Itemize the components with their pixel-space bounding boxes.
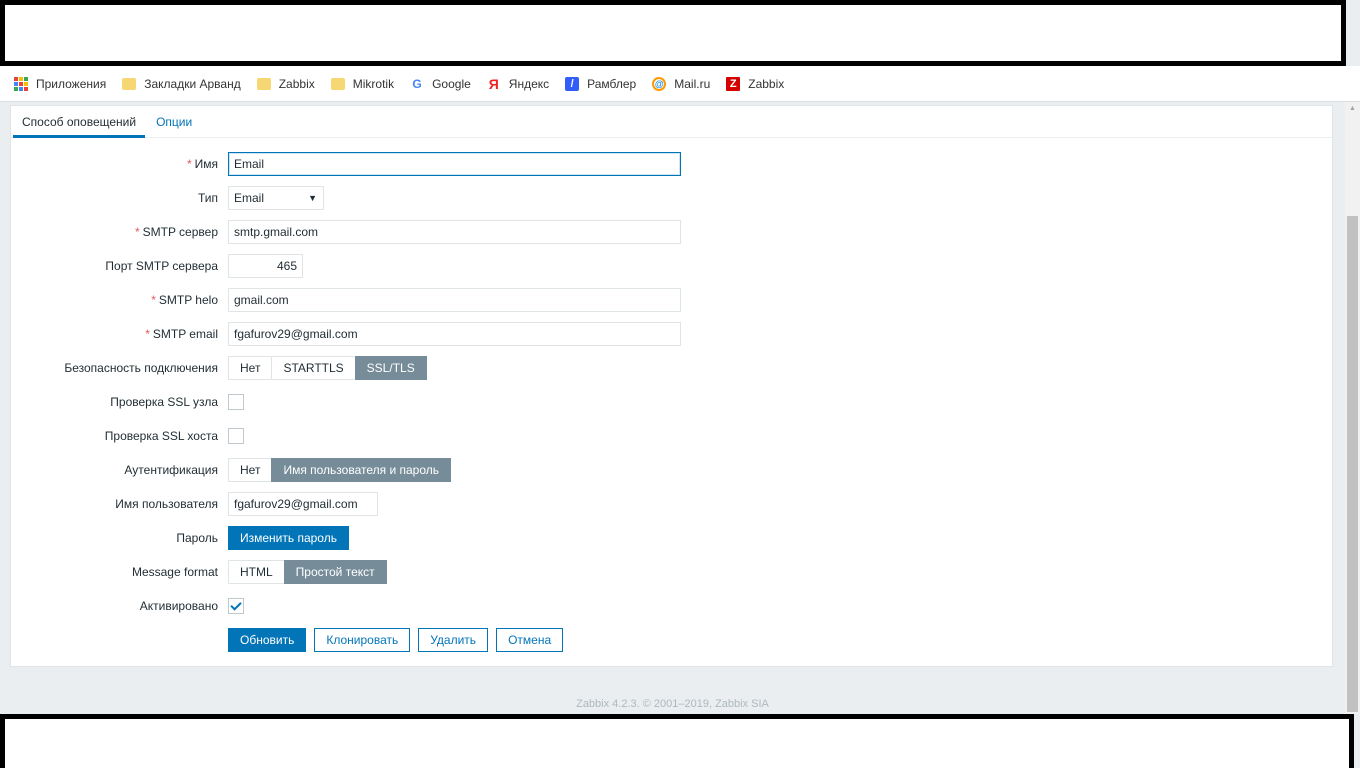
message-format-label: Message format bbox=[131, 565, 218, 579]
row-password: Пароль Изменить пароль bbox=[11, 526, 1332, 550]
folder-icon bbox=[256, 77, 271, 90]
row-ssl-peer: Проверка SSL узла bbox=[11, 390, 1332, 414]
apps-icon bbox=[14, 76, 28, 91]
tab-media-type[interactable]: Способ оповещений bbox=[13, 106, 146, 138]
username-label: Имя пользователя bbox=[115, 497, 218, 511]
vertical-scrollbar[interactable]: ▲ bbox=[1345, 102, 1360, 714]
folder-icon bbox=[122, 77, 137, 90]
smtp-helo-label: * SMTP helo bbox=[151, 293, 218, 307]
bookmarks-bar: Приложения Закладки Арванд Zabbix Mikrot… bbox=[0, 66, 1360, 102]
scroll-up-icon[interactable]: ▲ bbox=[1345, 102, 1360, 116]
bookmark-folder-zabbix[interactable]: Zabbix bbox=[256, 76, 315, 91]
clone-button[interactable]: Клонировать bbox=[314, 628, 411, 652]
tab-bar: Способ оповещений Опции bbox=[11, 106, 1332, 138]
bookmark-zabbix[interactable]: Z Zabbix bbox=[726, 76, 785, 91]
row-security: Безопасность подключения Нет STARTTLS SS… bbox=[11, 356, 1332, 380]
auth-label: Аутентификация bbox=[124, 463, 218, 477]
bookmark-label: Zabbix bbox=[748, 76, 785, 91]
row-name: * Имя Email bbox=[11, 152, 1332, 176]
google-icon: G bbox=[412, 76, 422, 91]
bookmark-mailru[interactable]: @ Mail.ru bbox=[652, 76, 711, 91]
row-message-format: Message format HTML Простой текст bbox=[11, 560, 1332, 584]
security-label: Безопасность подключения bbox=[64, 361, 218, 375]
redacted-region-bottom bbox=[0, 714, 1354, 768]
smtp-email-label: * SMTP email bbox=[145, 327, 218, 341]
type-select-value: Email bbox=[234, 191, 265, 205]
smtp-email-input[interactable]: fgafurov29@gmail.com bbox=[228, 322, 681, 346]
password-label: Пароль bbox=[176, 531, 218, 545]
row-smtp-email: * SMTP email fgafurov29@gmail.com bbox=[11, 322, 1332, 346]
mailru-icon: @ bbox=[652, 76, 667, 91]
row-type: Тип Email ▼ bbox=[11, 186, 1332, 210]
cancel-button[interactable]: Отмена bbox=[496, 628, 564, 652]
ssl-peer-label: Проверка SSL узла bbox=[110, 395, 218, 409]
chevron-down-icon: ▼ bbox=[308, 193, 317, 203]
required-star: * bbox=[186, 157, 192, 171]
ssl-host-checkbox[interactable] bbox=[228, 428, 244, 444]
smtp-port-input[interactable]: 465 bbox=[228, 254, 303, 278]
bookmark-label: Яндекс bbox=[508, 76, 550, 91]
row-ssl-host: Проверка SSL хоста bbox=[11, 424, 1332, 448]
security-option-starttls[interactable]: STARTTLS bbox=[271, 356, 356, 380]
bookmark-apps[interactable]: Приложения bbox=[14, 76, 107, 91]
type-label: Тип bbox=[197, 191, 218, 205]
smtp-server-input[interactable]: smtp.gmail.com bbox=[228, 220, 681, 244]
row-smtp-port: Порт SMTP сервера 465 bbox=[11, 254, 1332, 278]
row-smtp-server: * SMTP сервер smtp.gmail.com bbox=[11, 220, 1332, 244]
ssl-host-label: Проверка SSL хоста bbox=[104, 429, 218, 443]
smtp-port-label: Порт SMTP сервера bbox=[105, 259, 218, 273]
bookmark-google[interactable]: G Google bbox=[410, 76, 471, 91]
page-footer: Zabbix 4.2.3. © 2001–2019, Zabbix SIA bbox=[576, 698, 769, 710]
enabled-checkbox[interactable] bbox=[228, 598, 244, 614]
message-format-option-html[interactable]: HTML bbox=[228, 560, 285, 584]
smtp-helo-input[interactable]: gmail.com bbox=[228, 288, 681, 312]
smtp-server-label: * SMTP сервер bbox=[134, 225, 218, 239]
scrollbar-thumb[interactable] bbox=[1347, 216, 1358, 712]
required-star: * bbox=[134, 225, 140, 239]
message-format-option-plain-text[interactable]: Простой текст bbox=[283, 560, 387, 584]
security-option-ssl-tls[interactable]: SSL/TLS bbox=[354, 356, 427, 380]
username-input[interactable]: fgafurov29@gmail.com bbox=[228, 492, 378, 516]
name-label: * Имя bbox=[186, 157, 218, 171]
required-star: * bbox=[151, 293, 156, 307]
bookmark-folder-arvand[interactable]: Закладки Арванд bbox=[122, 77, 241, 91]
zabbix-icon: Z bbox=[726, 76, 741, 91]
ssl-peer-checkbox[interactable] bbox=[228, 394, 244, 410]
row-username: Имя пользователя fgafurov29@gmail.com bbox=[11, 492, 1332, 516]
row-auth: Аутентификация Нет Имя пользователя и па… bbox=[11, 458, 1332, 482]
change-password-button[interactable]: Изменить пароль bbox=[228, 526, 349, 550]
row-actions: Обновить Клонировать Удалить Отмена bbox=[11, 628, 1332, 652]
bookmark-rambler[interactable]: / Рамблер bbox=[565, 76, 637, 91]
folder-icon bbox=[330, 77, 345, 90]
bookmark-yandex[interactable]: Я Яндекс bbox=[487, 75, 550, 92]
bookmark-label: Закладки Арванд bbox=[144, 76, 241, 91]
row-enabled: Активировано bbox=[11, 594, 1332, 618]
rambler-icon: / bbox=[565, 76, 580, 91]
bookmark-label: Google bbox=[432, 76, 471, 91]
yandex-icon: Я bbox=[488, 75, 499, 92]
bookmark-label: Mikrotik bbox=[352, 76, 395, 91]
bookmark-label: Приложения bbox=[36, 76, 107, 91]
security-segmented-control: Нет STARTTLS SSL/TLS bbox=[228, 356, 427, 380]
bookmark-folder-mikrotik[interactable]: Mikrotik bbox=[330, 76, 395, 91]
row-smtp-helo: * SMTP helo gmail.com bbox=[11, 288, 1332, 312]
auth-option-username-password[interactable]: Имя пользователя и пароль bbox=[271, 458, 452, 482]
bookmark-label: Zabbix bbox=[278, 76, 315, 91]
type-select[interactable]: Email ▼ bbox=[228, 186, 324, 210]
enabled-label: Активировано bbox=[139, 599, 218, 613]
bookmark-label: Рамблер bbox=[587, 76, 637, 91]
required-star: * bbox=[145, 327, 150, 341]
media-type-panel: Способ оповещений Опции * Имя Email Тип E… bbox=[10, 105, 1333, 667]
name-input[interactable]: Email bbox=[228, 152, 681, 176]
redacted-region-top bbox=[0, 0, 1346, 66]
update-button[interactable]: Обновить bbox=[228, 628, 307, 652]
auth-segmented-control: Нет Имя пользователя и пароль bbox=[228, 458, 452, 482]
security-option-none[interactable]: Нет bbox=[228, 356, 273, 380]
form-actions: Обновить Клонировать Удалить Отмена bbox=[228, 628, 564, 652]
auth-option-none[interactable]: Нет bbox=[228, 458, 273, 482]
tab-options[interactable]: Опции bbox=[147, 106, 201, 138]
delete-button[interactable]: Удалить bbox=[418, 628, 489, 652]
bookmark-label: Mail.ru bbox=[674, 76, 711, 91]
message-format-segmented-control: HTML Простой текст bbox=[228, 560, 387, 584]
